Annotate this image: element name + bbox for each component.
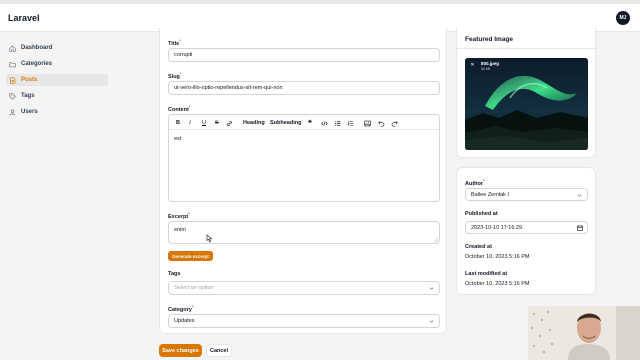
resize-handle-icon[interactable]	[434, 238, 438, 242]
folder-icon	[9, 61, 16, 68]
tags-select[interactable]: Select an option	[168, 281, 440, 295]
sidebar-item-label: Tags	[21, 93, 35, 99]
image-icon[interactable]	[364, 119, 371, 127]
save-changes-button[interactable]: Save changes	[159, 344, 202, 357]
sidebar-item-tags[interactable]: Tags	[6, 90, 108, 102]
numbered-list-icon[interactable]	[347, 119, 354, 127]
tags-label: Tags	[168, 271, 181, 277]
italic-icon[interactable]: I	[189, 119, 191, 127]
slug-label: Slug*	[168, 71, 182, 80]
bullet-list-icon[interactable]	[334, 119, 341, 127]
redo-icon[interactable]	[391, 119, 398, 127]
created-at-label: Created at	[465, 244, 492, 250]
content-editor[interactable]: B I U S Heading Subheading ❝ est	[168, 114, 440, 202]
title-label: Title*	[168, 38, 181, 47]
editor-content: est	[174, 136, 182, 142]
author-label: Author*	[465, 178, 485, 187]
chevron-down-icon	[429, 320, 434, 323]
sidebar-item-posts[interactable]: Posts	[6, 74, 108, 86]
underline-icon[interactable]: U	[202, 119, 206, 127]
content-label: Content*	[168, 104, 191, 113]
cancel-button[interactable]: Cancel	[206, 344, 232, 357]
heading-button[interactable]: Heading	[243, 119, 265, 127]
undo-icon[interactable]	[378, 119, 385, 127]
category-label: Category*	[168, 304, 194, 313]
published-at-label: Published at	[465, 211, 498, 217]
sidebar-item-dashboard[interactable]: Dashboard	[6, 42, 108, 54]
users-icon	[9, 109, 16, 116]
sidebar-item-label: Dashboard	[21, 45, 53, 51]
post-meta-card: Author* Bailee Zemlak I Published at 202…	[456, 167, 596, 295]
mouse-cursor-icon	[206, 234, 213, 243]
published-at-input[interactable]: 2023-10-10 17:16:29	[465, 221, 588, 234]
subheading-button[interactable]: Subheading	[270, 119, 301, 127]
modified-at-label: Last modified at	[465, 271, 508, 277]
featured-image-title: Featured Image	[465, 36, 514, 43]
category-select[interactable]: Updates	[168, 314, 440, 328]
sidebar-item-label: Categories	[21, 61, 53, 67]
editor-toolbar: B I U S Heading Subheading ❝	[169, 115, 439, 130]
chevron-down-icon	[577, 194, 582, 197]
file-name: 800.jpeg	[481, 61, 500, 66]
blockquote-icon[interactable]: ❝	[308, 119, 312, 127]
divider	[457, 48, 595, 49]
excerpt-value: enim	[174, 227, 186, 233]
sidebar: Dashboard Categories Posts Tags Users	[0, 32, 120, 360]
strikethrough-icon[interactable]: S	[215, 119, 219, 127]
generate-excerpt-button[interactable]: Generate excerpt	[168, 251, 213, 261]
tag-icon	[9, 92, 16, 100]
document-icon	[9, 76, 16, 84]
featured-image-preview[interactable]: ✕ 800.jpeg 52 kB	[465, 58, 588, 150]
sidebar-item-label: Posts	[21, 77, 38, 83]
brand-logo[interactable]: Laravel	[8, 13, 40, 23]
webcam-overlay	[528, 306, 640, 360]
link-icon[interactable]	[226, 119, 233, 127]
sidebar-item-users[interactable]: Users	[6, 106, 108, 118]
bold-icon[interactable]: B	[176, 119, 180, 127]
sidebar-item-categories[interactable]: Categories	[6, 58, 108, 70]
title-input[interactable]: corrupti	[168, 48, 440, 62]
calendar-icon[interactable]	[577, 225, 583, 231]
user-avatar[interactable]: MJ	[616, 11, 630, 25]
modified-at-value: October 10, 2023 5:16 PM	[465, 281, 530, 287]
featured-image-card: Featured Image ✕ 800.jpeg 52 kB	[456, 28, 596, 158]
author-select[interactable]: Bailee Zemlak I	[465, 188, 588, 201]
created-at-value: October 10, 2023 5:16 PM	[465, 254, 530, 260]
sidebar-item-label: Users	[21, 109, 38, 115]
slug-input[interactable]: ut-vero-illo-optio-repellendus-sit-rem-q…	[168, 81, 440, 95]
chevron-down-icon	[429, 287, 434, 290]
webcam-video	[528, 306, 640, 360]
home-icon	[9, 45, 16, 52]
remove-file-icon[interactable]: ✕	[469, 61, 476, 68]
aurora-image	[465, 58, 588, 150]
post-form-card: Title* corrupti Slug* ut-vero-illo-optio…	[159, 28, 447, 334]
code-icon[interactable]	[321, 119, 328, 127]
excerpt-label: Excerpt*	[168, 211, 190, 220]
file-size: 52 kB	[481, 67, 490, 71]
